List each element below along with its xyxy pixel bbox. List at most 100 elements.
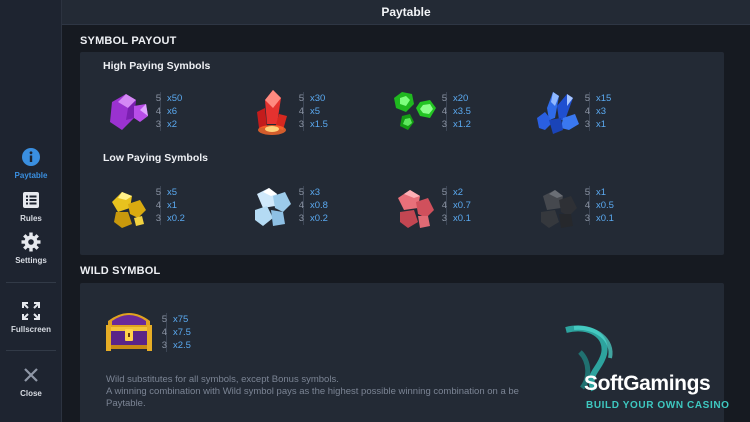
pay-count: 3 (298, 119, 304, 130)
pay-count: 5 (155, 187, 161, 198)
symbol-payout-panel: High Paying Symbols 5 x50 4 x6 3 x2 5 x3… (80, 52, 724, 255)
pay-value: x0.1 (596, 213, 614, 224)
pay-count: 3 (584, 213, 590, 224)
sidebar-item-label: Paytable (14, 171, 48, 180)
pay-count: 3 (441, 119, 447, 130)
sidebar-item-close[interactable]: Close (0, 364, 62, 398)
pay-count: 4 (161, 327, 167, 338)
sidebar: Paytable Rules Settings Fullscreen Close (0, 0, 62, 422)
pay-value: x0.2 (310, 213, 328, 224)
pay-count: 4 (584, 200, 590, 211)
pay-count: 4 (584, 106, 590, 117)
sidebar-item-paytable[interactable]: Paytable (0, 146, 62, 180)
red-ore-icon (398, 190, 434, 228)
pay-count: 4 (298, 106, 304, 117)
gold-ore-icon (112, 192, 146, 228)
pay-value: x20 (453, 93, 469, 104)
pay-value: x15 (596, 93, 612, 104)
low-paying-title: Low Paying Symbols (103, 152, 209, 164)
pay-value: x2.5 (173, 340, 191, 351)
header: Paytable (62, 0, 750, 25)
green-gem-icon (394, 92, 436, 130)
close-icon (20, 364, 42, 386)
pay-count: 3 (155, 213, 161, 224)
pay-value: x0.8 (310, 200, 328, 211)
sidebar-divider (6, 350, 56, 351)
pay-value: x5 (167, 187, 178, 198)
purple-crystal-icon (110, 94, 148, 130)
pay-value: x7.5 (173, 327, 191, 338)
symbol-item: 5 x20 4 x3.5 3 x1.2 (390, 88, 520, 138)
pay-count: 5 (441, 93, 447, 104)
sidebar-divider (6, 282, 56, 283)
pay-count: 4 (298, 200, 304, 211)
pay-count: 5 (298, 187, 304, 198)
pay-count: 5 (161, 314, 167, 325)
pay-value: x1 (167, 200, 178, 211)
pay-value: x5 (310, 106, 321, 117)
treasure-chest-icon (106, 313, 152, 351)
pay-value: x6 (167, 106, 178, 117)
pay-value: x0.1 (453, 213, 471, 224)
pay-value: x2 (167, 119, 178, 130)
symbol-item: 5 x5 4 x1 3 x0.2 (104, 182, 234, 232)
pay-count: 3 (155, 119, 161, 130)
pay-value: x30 (310, 93, 326, 104)
pay-value: x1 (596, 187, 607, 198)
pay-count: 5 (298, 93, 304, 104)
coal-ore-icon (541, 190, 577, 228)
symbol-item: 5 x75 4 x7.5 3 x2.5 (102, 303, 242, 357)
page-title: Paytable (381, 5, 431, 19)
sidebar-item-label: Fullscreen (10, 325, 51, 334)
wild-symbol-title: WILD SYMBOL (80, 265, 161, 277)
pay-value: x0.7 (453, 200, 471, 211)
pay-value: x50 (167, 93, 183, 104)
fullscreen-icon (20, 300, 42, 322)
info-icon (20, 146, 42, 168)
pay-count: 3 (161, 340, 167, 351)
softgamings-watermark: SoftGamings BUILD YOUR OWN CASINO (560, 322, 750, 422)
symbol-item: 5 x15 4 x3 3 x1 (533, 88, 663, 138)
symbol-item: 5 x30 4 x5 3 x1.5 (247, 88, 377, 138)
gear-icon (20, 231, 42, 253)
symbol-item: 5 x3 4 x0.8 3 x0.2 (247, 182, 377, 232)
ice-ore-icon (255, 188, 291, 226)
pay-value: x1.5 (310, 119, 328, 130)
pay-count: 4 (441, 200, 447, 211)
pay-count: 4 (441, 106, 447, 117)
pay-value: x3.5 (453, 106, 471, 117)
pay-count: 5 (441, 187, 447, 198)
pay-count: 3 (298, 213, 304, 224)
symbol-item: 5 x50 4 x6 3 x2 (104, 88, 234, 138)
pay-value: x2 (453, 187, 464, 198)
pay-count: 5 (584, 187, 590, 198)
sidebar-item-label: Rules (20, 214, 42, 223)
sidebar-item-label: Close (20, 389, 42, 398)
pay-count: 5 (584, 93, 590, 104)
blue-crystal-icon (537, 92, 579, 134)
symbol-item: 5 x1 4 x0.5 3 x0.1 (533, 182, 663, 232)
pay-value: x1 (596, 119, 607, 130)
pay-value: x3 (310, 187, 321, 198)
symbol-payout-title: SYMBOL PAYOUT (80, 35, 177, 47)
pay-count: 3 (584, 119, 590, 130)
symbol-item: 5 x2 4 x0.7 3 x0.1 (390, 182, 520, 232)
pay-value: x0.2 (167, 213, 185, 224)
pay-count: 4 (155, 200, 161, 211)
pay-count: 5 (155, 93, 161, 104)
sidebar-item-settings[interactable]: Settings (0, 231, 62, 265)
red-crystal-icon (257, 90, 287, 135)
pay-value: x0.5 (596, 200, 614, 211)
sidebar-item-label: Settings (15, 256, 47, 265)
high-paying-title: High Paying Symbols (103, 60, 211, 72)
watermark-name: SoftGamings (584, 372, 711, 395)
sidebar-item-fullscreen[interactable]: Fullscreen (0, 300, 62, 334)
pay-value: x3 (596, 106, 607, 117)
watermark-tagline: BUILD YOUR OWN CASINO (586, 400, 730, 411)
list-icon (20, 189, 42, 211)
pay-count: 3 (441, 213, 447, 224)
pay-value: x75 (173, 314, 189, 325)
sidebar-item-rules[interactable]: Rules (0, 189, 62, 223)
pay-value: x1.2 (453, 119, 471, 130)
pay-count: 4 (155, 106, 161, 117)
